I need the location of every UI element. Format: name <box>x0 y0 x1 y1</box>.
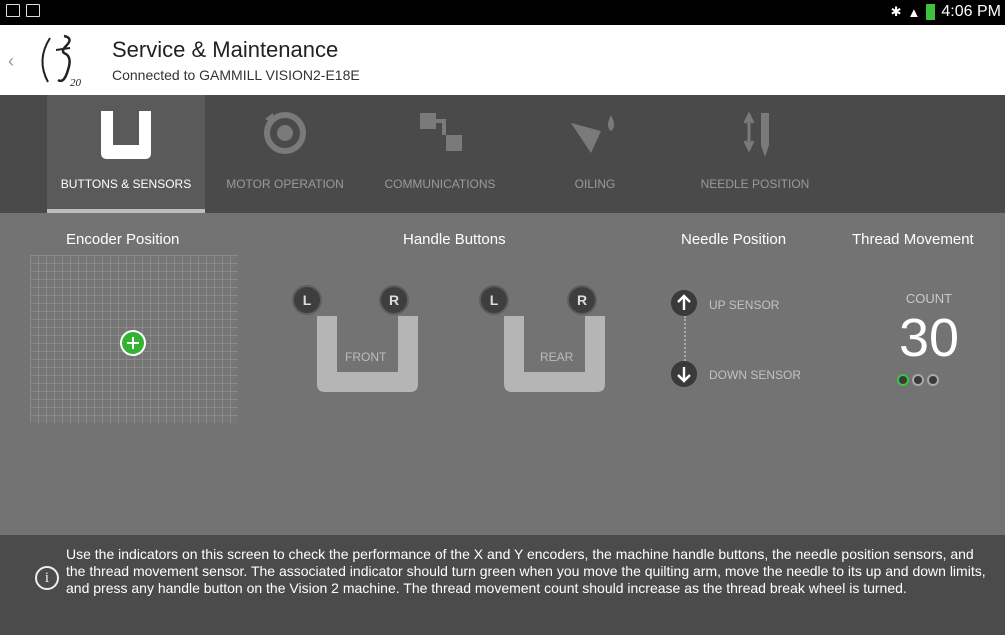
cast-icon <box>26 4 40 17</box>
tab-label: COMMUNICATIONS <box>384 177 496 191</box>
communications-icon <box>420 113 462 151</box>
encoder-grid <box>30 255 238 423</box>
up-sensor-label: UP SENSOR <box>709 298 780 312</box>
motor-icon <box>264 112 306 154</box>
bluetooth-icon: ✱ <box>890 4 902 19</box>
info-icon: i <box>35 566 59 590</box>
tab-bar: BUTTONS & SENSORS MOTOR OPERATION COMMUN… <box>0 95 1005 213</box>
rear-left-button-indicator: L <box>479 285 509 315</box>
app-logo[interactable]: 20 <box>30 30 98 90</box>
count-label: COUNT <box>905 291 953 306</box>
info-footer: i Use the indicators on this screen to c… <box>0 535 1005 635</box>
clock: 4:06 PM <box>941 3 1001 20</box>
svg-text:20: 20 <box>70 77 82 89</box>
tab-motor-operation[interactable]: MOTOR OPERATION <box>215 95 355 213</box>
handle-buttons-heading: Handle Buttons <box>403 231 506 248</box>
up-sensor-icon <box>671 290 697 316</box>
thread-movement-heading: Thread Movement <box>852 231 974 248</box>
tab-communications[interactable]: COMMUNICATIONS <box>370 95 510 213</box>
image-icon <box>6 4 20 17</box>
tab-label: NEEDLE POSITION <box>700 177 810 191</box>
thread-indicator-dot <box>927 374 939 386</box>
down-sensor-icon <box>671 361 697 387</box>
tab-buttons-sensors[interactable]: BUTTONS & SENSORS <box>47 95 205 213</box>
tab-needle-position[interactable]: NEEDLE POSITION <box>680 95 830 213</box>
front-left-button-indicator: L <box>292 285 322 315</box>
tab-oiling[interactable]: OILING <box>530 95 660 213</box>
needle-icon <box>743 111 769 157</box>
tab-label: OILING <box>574 177 616 191</box>
wifi-icon: ▲ <box>907 4 921 20</box>
needle-position-heading: Needle Position <box>681 231 787 248</box>
status-bar: ✱ ▲ 4:06 PM <box>0 0 1005 25</box>
thread-indicator-dot <box>912 374 924 386</box>
handle-icon <box>101 111 151 159</box>
instructions-text: Use the indicators on this screen to che… <box>66 546 986 596</box>
rear-right-button-indicator: R <box>567 285 597 315</box>
tab-label: MOTOR OPERATION <box>226 177 344 191</box>
back-icon[interactable]: ‹ <box>8 51 14 72</box>
connection-status: Connected to GAMMILL VISION2-E18E <box>112 67 360 83</box>
app-header: ‹ 20 Service & Maintenance Connected to … <box>0 25 1005 95</box>
thread-indicator-dots <box>897 374 939 386</box>
front-handle-label: FRONT <box>345 350 387 364</box>
front-right-button-indicator: R <box>379 285 409 315</box>
encoder-position-indicator <box>120 330 146 356</box>
rear-handle-label: REAR <box>540 350 574 364</box>
thread-count-value: 30 <box>898 308 960 368</box>
battery-icon <box>926 4 936 20</box>
down-sensor-label: DOWN SENSOR <box>709 368 802 382</box>
oil-can-icon <box>571 115 614 153</box>
page-title: Service & Maintenance <box>112 37 339 62</box>
thread-indicator-dot <box>897 374 909 386</box>
encoder-position-heading: Encoder Position <box>66 231 180 248</box>
tab-label: BUTTONS & SENSORS <box>60 177 192 191</box>
